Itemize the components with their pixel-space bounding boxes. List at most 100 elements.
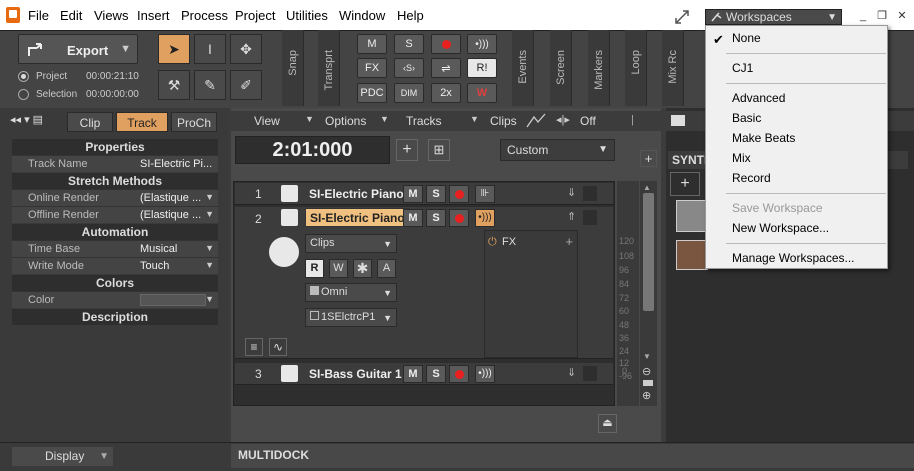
mix-panel-tab[interactable]: Mix Rc <box>662 30 684 106</box>
keyboard-instrument-icon[interactable] <box>269 237 299 267</box>
envelope-icon[interactable] <box>526 113 546 128</box>
add-fx-icon[interactable]: + <box>565 234 573 249</box>
record-arm-button[interactable] <box>431 34 461 54</box>
menu-insert[interactable]: Insert <box>137 8 170 23</box>
track-name[interactable]: SI-Electric Piano <box>305 208 410 227</box>
prop-track-name[interactable]: Track Name SI-Electric Pi... <box>12 155 218 172</box>
archive-button[interactable]: A <box>377 259 396 278</box>
track-row-3[interactable]: 3 SI-Bass Guitar 1 M S •))) ⇓ <box>235 363 613 385</box>
section-stretch-methods[interactable]: Stretch Methods <box>12 173 218 189</box>
add-track-folder-button[interactable]: ⊞ <box>428 139 450 161</box>
lanes-button[interactable]: ≡ <box>245 338 263 356</box>
move-tool-button[interactable]: ✥ <box>230 34 262 64</box>
screen-panel-tab[interactable]: Screen <box>550 30 572 106</box>
pdc-button[interactable]: PDC <box>357 83 387 103</box>
menu-views[interactable]: Views <box>94 8 128 23</box>
menu-view[interactable]: View <box>254 111 280 131</box>
prop-value[interactable]: SI-Electric Pi... <box>140 158 212 170</box>
snap-panel-tab[interactable]: Snap <box>282 30 304 106</box>
solo-button[interactable]: S <box>426 365 446 383</box>
zoom-slider[interactable] <box>643 380 653 386</box>
scroll-down-icon[interactable]: ▼ <box>643 352 651 361</box>
track-template-dropdown[interactable]: Custom ▼ <box>500 139 615 161</box>
synth-thumbnail-2[interactable] <box>676 240 708 270</box>
track-name[interactable]: SI-Bass Guitar 1 <box>309 367 402 381</box>
menu-utilities[interactable]: Utilities <box>286 8 328 23</box>
dim-button[interactable]: DIM <box>394 83 424 103</box>
menu-window[interactable]: Window <box>339 8 385 23</box>
track-row-1[interactable]: 1 SI-Electric Piano M S ⊪ ⇓ <box>235 183 613 205</box>
chevron-down-icon[interactable]: ▼ <box>205 192 214 202</box>
input-echo-button[interactable]: •))) <box>475 209 495 227</box>
workspace-advanced[interactable]: Advanced <box>732 91 785 105</box>
display-button[interactable]: Display ▼ <box>12 447 113 466</box>
mute-button[interactable]: M <box>403 365 423 383</box>
fx-bin[interactable]: ⏻ FX + <box>484 230 578 358</box>
vertical-scrollbar[interactable]: ▲ ▼ ⊖ ⊕ <box>640 181 657 406</box>
manage-workspaces-item[interactable]: Manage Workspaces... <box>732 251 855 265</box>
section-automation[interactable]: Automation <box>12 224 218 240</box>
mute-all-button[interactable]: M <box>357 34 387 54</box>
collapse-track-icon[interactable]: ⇓ <box>567 366 576 379</box>
double-speed-button[interactable]: 2x <box>431 83 461 103</box>
mute-button[interactable]: M <box>403 185 423 203</box>
workspace-cj1[interactable]: CJ1 <box>732 61 753 75</box>
input-echo-button[interactable]: •))) <box>475 365 495 383</box>
track-name[interactable]: SI-Electric Piano <box>309 187 404 201</box>
chevron-down-icon[interactable]: ▼ <box>205 209 214 219</box>
transport-panel-tab[interactable]: Transprt <box>318 30 340 106</box>
collapse-icon[interactable]: ◂◂ ▾ ▤ <box>10 114 43 126</box>
select-tool-button[interactable]: ➤ <box>158 34 190 64</box>
workspace-none[interactable]: None <box>732 31 761 45</box>
color-swatch[interactable] <box>140 294 206 306</box>
markers-panel-tab[interactable]: Markers <box>588 30 610 106</box>
chevron-down-icon[interactable]: ▼ <box>205 260 214 270</box>
input-monitor-button[interactable]: ⊪ <box>475 185 495 203</box>
tab-proch[interactable]: ProCh <box>171 112 217 132</box>
asterisk-button[interactable]: ✱ <box>353 259 372 278</box>
edit-filter-value[interactable]: Off <box>580 111 596 131</box>
selection-radio[interactable] <box>18 89 29 100</box>
collapse-track-icon[interactable]: ⇓ <box>567 186 576 199</box>
new-workspace-item[interactable]: New Workspace... <box>732 221 829 235</box>
events-panel-tab[interactable]: Events <box>512 30 534 106</box>
read-automation-button[interactable]: R <box>305 259 324 278</box>
automation-button[interactable]: ⇌ <box>431 58 461 78</box>
record-arm-button[interactable] <box>449 185 469 203</box>
close-button[interactable]: ✕ <box>895 9 909 23</box>
section-properties[interactable]: Properties <box>12 139 218 155</box>
expand-all-button[interactable]: + <box>640 150 657 167</box>
edit-filter-icon[interactable]: ◂|▸ <box>556 113 570 126</box>
menu-process[interactable]: Process <box>181 8 228 23</box>
workspace-mix[interactable]: Mix <box>732 151 751 165</box>
workspace-record[interactable]: Record <box>732 171 771 185</box>
write-disable-button[interactable]: W <box>467 83 497 103</box>
chevron-down-icon[interactable]: ▼ <box>120 43 131 55</box>
menu-edit[interactable]: Edit <box>60 8 82 23</box>
expand-track-icon[interactable]: ⇑ <box>567 210 576 223</box>
write-automation-button[interactable]: W <box>329 259 348 278</box>
power-icon[interactable]: ⏻ <box>488 236 497 249</box>
input-dropdown[interactable]: Omni ▼ <box>305 283 397 302</box>
menu-options[interactable]: Options <box>325 111 366 131</box>
fx-bypass-button[interactable]: FX <box>357 58 387 78</box>
chevron-down-icon[interactable]: ▼ <box>205 243 214 253</box>
input-echo-button[interactable]: •))) <box>467 34 497 54</box>
add-synth-button[interactable]: + <box>670 172 700 196</box>
erase-tool-button[interactable]: ✐ <box>230 70 262 100</box>
prop-offline-render[interactable]: Offline Render (Elastique ... ▼ <box>12 206 218 223</box>
mute-button[interactable]: M <box>403 209 423 227</box>
now-time-display[interactable]: 2:01:000 <box>235 136 390 164</box>
chevron-down-icon[interactable]: ▼ <box>205 294 214 304</box>
clips-dropdown[interactable]: Clips ▼ <box>305 234 397 253</box>
description-area[interactable] <box>12 325 218 440</box>
draw-tool-button[interactable]: ✎ <box>194 70 226 100</box>
restore-button[interactable]: ❐ <box>875 9 889 23</box>
tab-track[interactable]: Track <box>116 112 168 132</box>
split-tool-button[interactable]: ⚒ <box>158 70 190 100</box>
menu-help[interactable]: Help <box>397 8 424 23</box>
solo-button[interactable]: S <box>426 185 446 203</box>
menu-project[interactable]: Project <box>235 8 275 23</box>
section-colors[interactable]: Colors <box>12 275 218 291</box>
export-button[interactable]: Export ▼ <box>18 34 138 64</box>
